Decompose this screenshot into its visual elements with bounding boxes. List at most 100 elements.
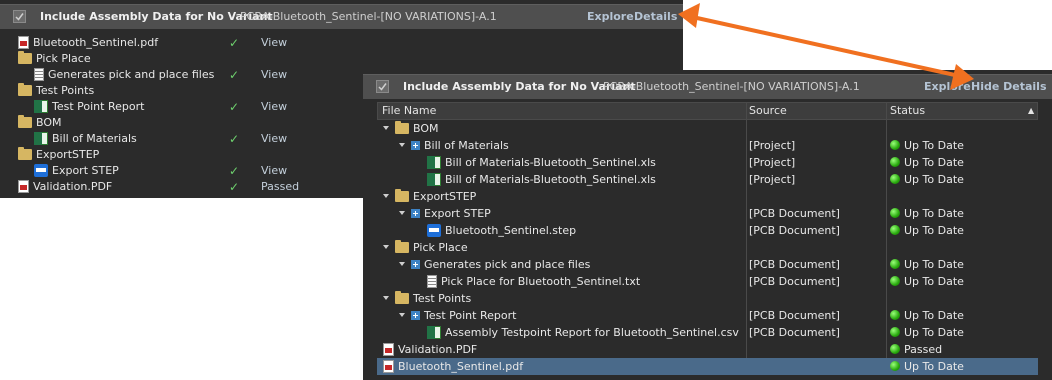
status-ok-icon [890, 174, 900, 184]
detailed-details-panel: Include Assembly Data for No Variant PCB… [363, 70, 1052, 380]
tree-row-label: BOM [413, 122, 439, 135]
column-divider [746, 102, 747, 374]
explore-link[interactable]: Explore [924, 80, 971, 93]
status-cell: Up To Date [890, 274, 964, 290]
tree-row-label: Test Points [413, 292, 472, 305]
file-list-item-label: BOM [36, 116, 62, 129]
source-cell: [Project] [749, 139, 796, 152]
header-title: Include Assembly Data for No Variant [403, 80, 636, 93]
tree-row[interactable]: Bill of Materials [399, 138, 509, 154]
step-icon [427, 223, 441, 237]
tree-row[interactable]: BOM [383, 120, 439, 137]
tree-row-label: ExportSTEP [413, 190, 477, 203]
tree-row-selected[interactable]: Bluetooth_Sentinel.pdf [383, 359, 523, 375]
tree-row-label: Validation.PDF [398, 343, 478, 356]
output-job-icon [411, 140, 420, 150]
status-check-icon: ✓ [229, 100, 240, 114]
expand-toggle-icon[interactable] [383, 126, 389, 130]
status-text: Up To Date [904, 326, 964, 339]
file-list-item-label: Test Points [36, 84, 95, 97]
tree-row[interactable]: Assembly Testpoint Report for Bluetooth_… [427, 325, 739, 341]
expand-toggle-icon[interactable] [399, 211, 405, 215]
tree-row[interactable]: Test Point Report [399, 308, 516, 324]
status-check-icon: ✓ [229, 164, 240, 178]
status-cell: Up To Date [890, 172, 964, 188]
status-cell: Up To Date [890, 155, 964, 171]
status-text: Passed [904, 343, 943, 356]
status-ok-icon [890, 327, 900, 337]
file-list-item: ExportSTEP [18, 146, 100, 163]
sort-arrow-icon: ▲ [1028, 106, 1035, 115]
column-header-source[interactable]: Source [749, 104, 787, 117]
status-cell: Up To Date [890, 257, 964, 273]
view-link[interactable]: View [261, 67, 287, 83]
tree-row-label: Bill of Materials-Bluetooth_Sentinel.xls [445, 156, 656, 169]
status-ok-icon [890, 225, 900, 235]
column-header-file-name[interactable]: File Name [382, 104, 436, 117]
hide-details-link[interactable]: Hide Details [971, 80, 1047, 93]
tree-row-label: Bill of Materials [424, 139, 509, 152]
folder-icon [395, 120, 409, 134]
tree-row[interactable]: Export STEP [399, 206, 491, 222]
view-link[interactable]: View [261, 163, 287, 179]
tree-row-label: Export STEP [424, 207, 491, 220]
expand-toggle-icon[interactable] [399, 262, 405, 266]
explore-link[interactable]: Explore [587, 10, 634, 23]
tree-row[interactable]: ExportSTEP [383, 188, 477, 205]
file-list-item-label: Validation.PDF [33, 180, 113, 193]
tree-row[interactable]: Test Points [383, 290, 472, 307]
details-link[interactable]: Details [634, 10, 677, 23]
folder-icon [395, 239, 409, 253]
include-checkbox[interactable] [13, 10, 26, 23]
source-cell: [PCB Document] [749, 326, 840, 339]
status-ok-icon [890, 344, 900, 354]
view-link[interactable]: View [261, 99, 287, 115]
column-header-status[interactable]: Status [890, 104, 925, 117]
view-link[interactable]: View [261, 35, 287, 51]
step-icon [34, 163, 48, 177]
status-check-icon: ✓ [229, 68, 240, 82]
expand-toggle-icon[interactable] [383, 245, 389, 249]
file-list-item-label: Bluetooth_Sentinel.pdf [33, 36, 159, 49]
view-link[interactable]: View [261, 131, 287, 147]
file-list-item-label: ExportSTEP [36, 148, 100, 161]
file-list-item: Pick Place [18, 50, 91, 67]
expand-toggle-icon[interactable] [399, 313, 405, 317]
expand-toggle-icon[interactable] [399, 143, 405, 147]
tree-row-label: Pick Place for Bluetooth_Sentinel.txt [441, 275, 641, 288]
status-cell: Up To Date [890, 308, 964, 324]
source-cell: [Project] [749, 156, 796, 169]
tree-row[interactable]: Validation.PDF [383, 342, 477, 358]
tree-row[interactable]: Bluetooth_Sentinel.step [427, 223, 576, 239]
file-list-item: Test Point Report [34, 99, 144, 115]
panel-header: Include Assembly Data for No Variant PCB… [363, 74, 1052, 99]
folder-icon [18, 50, 32, 64]
tree-row[interactable]: Generates pick and place files [399, 257, 590, 273]
expand-toggle-icon[interactable] [383, 194, 389, 198]
status-text: Up To Date [904, 360, 964, 373]
document-icon [427, 274, 437, 288]
header-subtitle: PCBA-Bluetooth_Sentinel-[NO VARIATIONS]-… [603, 80, 860, 93]
status-cell: Up To Date [890, 359, 964, 375]
status-ok-icon [890, 259, 900, 269]
include-checkbox[interactable] [376, 80, 389, 93]
source-cell: [PCB Document] [749, 258, 840, 271]
tree-row[interactable]: Pick Place for Bluetooth_Sentinel.txt [427, 274, 640, 290]
status-text: Up To Date [904, 275, 964, 288]
tree-row-label: Bluetooth_Sentinel.step [445, 224, 577, 237]
tree-row[interactable]: Bill of Materials-Bluetooth_Sentinel.xls [427, 172, 656, 188]
tree-row[interactable]: Pick Place [383, 239, 468, 256]
file-list-item: Export STEP [34, 163, 119, 179]
status-text: Up To Date [904, 224, 964, 237]
status-text: Up To Date [904, 156, 964, 169]
excel-icon [34, 131, 48, 145]
file-list-item-label: Bill of Materials [52, 132, 137, 145]
status-text: Up To Date [904, 207, 964, 220]
tree-row[interactable]: Bill of Materials-Bluetooth_Sentinel.xls [427, 155, 656, 171]
status-ok-icon [890, 140, 900, 150]
file-list-item-label: Generates pick and place files [48, 68, 215, 81]
expand-toggle-icon[interactable] [383, 296, 389, 300]
file-list-item-label: Test Point Report [52, 100, 145, 113]
pdf-icon [18, 35, 29, 49]
file-list-item: Bluetooth_Sentinel.pdf [18, 35, 158, 51]
